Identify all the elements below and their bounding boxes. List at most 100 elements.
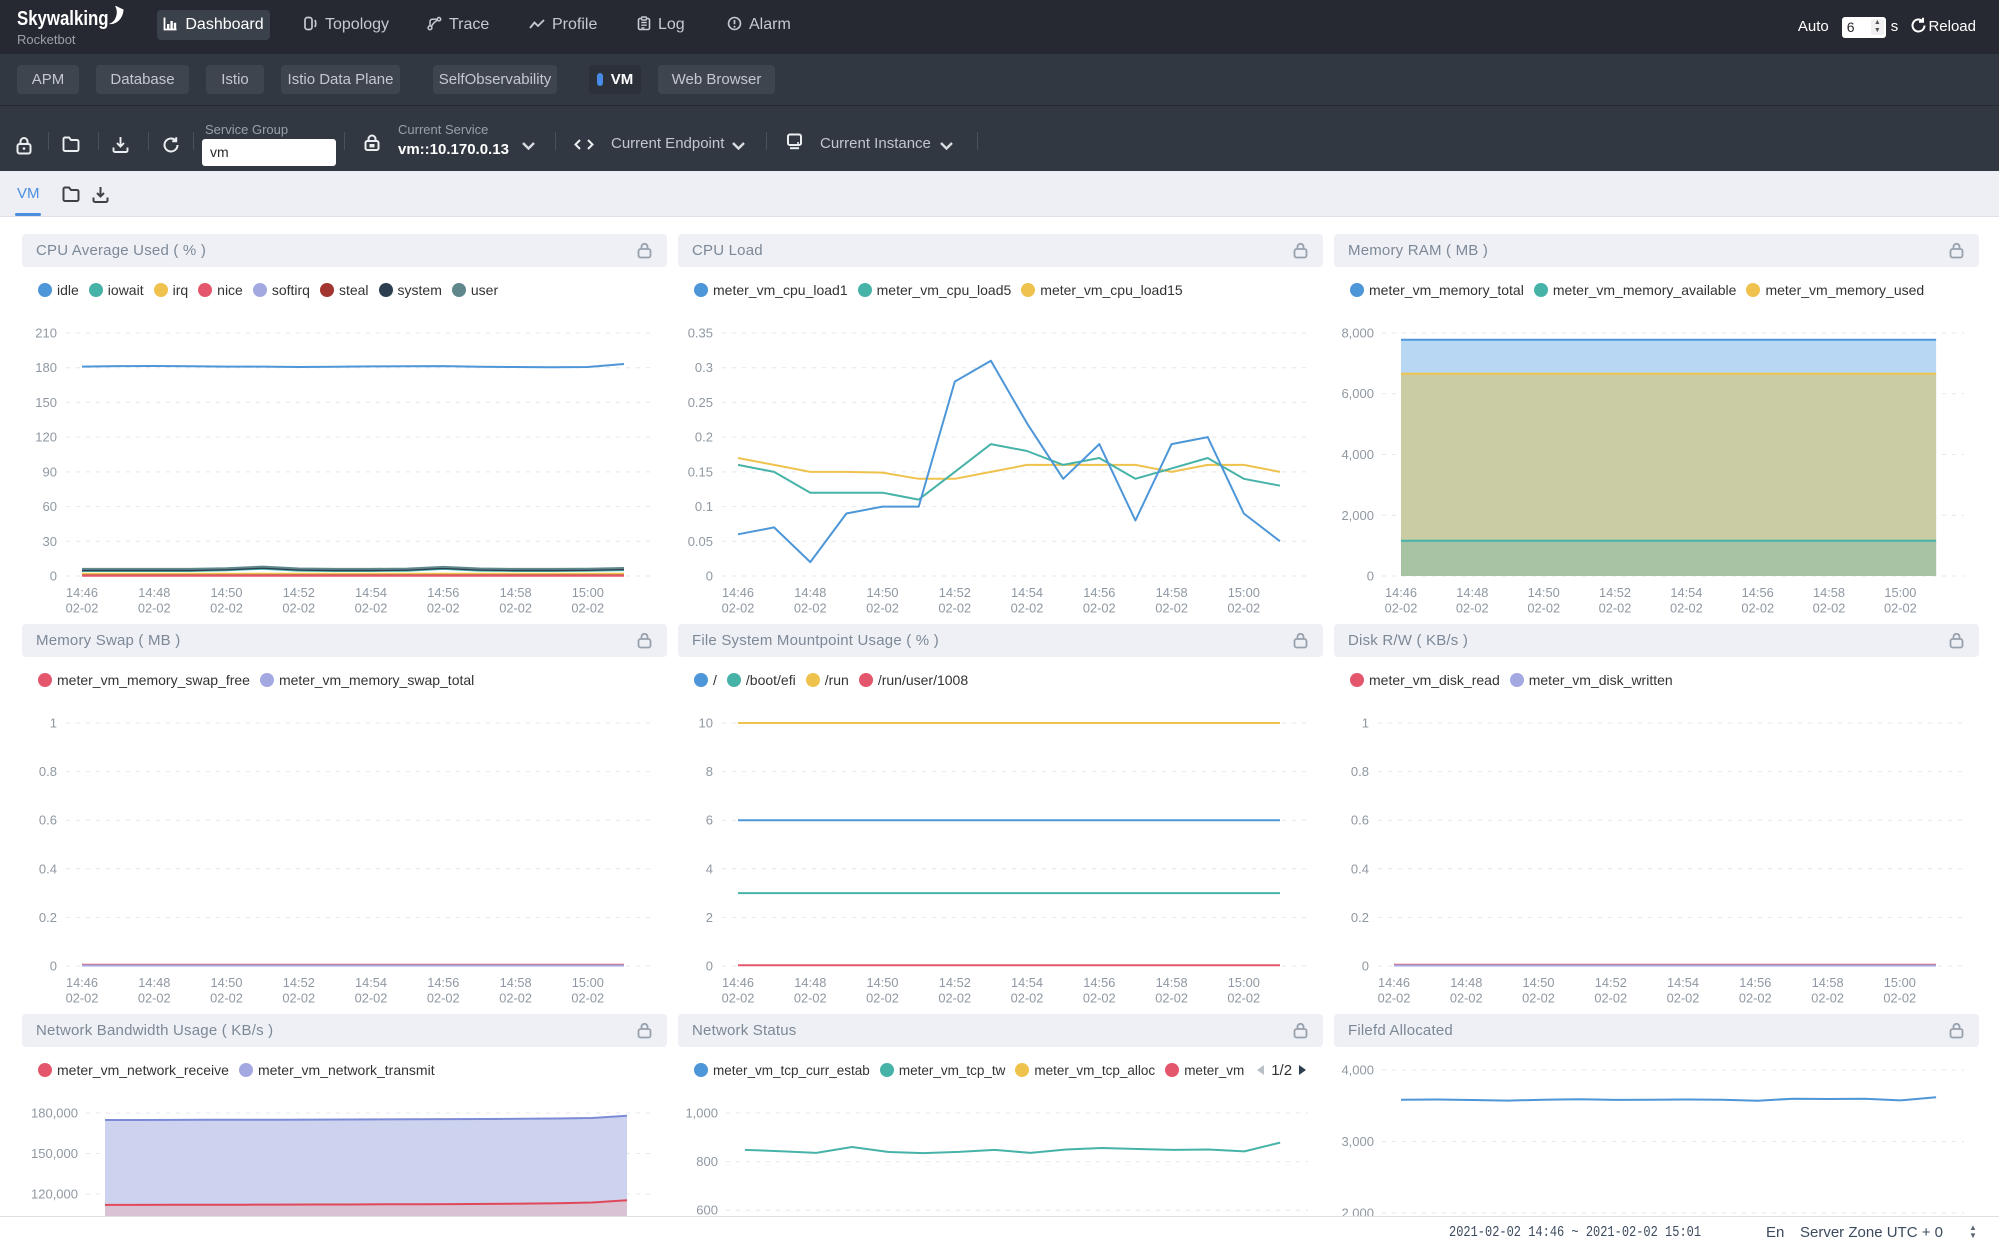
svg-text:02-02: 02-02 <box>427 991 460 1005</box>
svg-text:14:50: 14:50 <box>210 585 242 600</box>
svg-text:02-02: 02-02 <box>1155 601 1188 615</box>
svg-text:02-02: 02-02 <box>1083 601 1116 615</box>
svg-text:0.4: 0.4 <box>39 861 57 876</box>
svg-text:02-02: 02-02 <box>866 991 899 1005</box>
svg-text:14:58: 14:58 <box>500 975 532 990</box>
svg-text:150: 150 <box>35 395 57 410</box>
svg-text:8: 8 <box>706 764 713 779</box>
svg-text:14:52: 14:52 <box>1595 975 1627 990</box>
svg-text:10: 10 <box>699 716 713 731</box>
svg-text:02-02: 02-02 <box>210 991 243 1005</box>
svg-text:14:56: 14:56 <box>1083 975 1115 990</box>
svg-text:2: 2 <box>706 910 713 925</box>
svg-text:30: 30 <box>43 534 57 549</box>
svg-text:02-02: 02-02 <box>355 601 388 615</box>
svg-text:0.1: 0.1 <box>695 499 713 514</box>
svg-text:0.2: 0.2 <box>39 910 57 925</box>
svg-text:4: 4 <box>706 861 713 876</box>
svg-text:14:46: 14:46 <box>1378 975 1410 990</box>
svg-text:14:52: 14:52 <box>1599 585 1631 600</box>
svg-text:02-02: 02-02 <box>1739 991 1772 1005</box>
svg-text:02-02: 02-02 <box>282 991 315 1005</box>
svg-text:14:52: 14:52 <box>283 585 315 600</box>
svg-text:14:48: 14:48 <box>794 975 826 990</box>
svg-text:14:48: 14:48 <box>1456 585 1488 600</box>
svg-text:4,000: 4,000 <box>1341 447 1374 462</box>
svg-text:14:54: 14:54 <box>1670 585 1702 600</box>
svg-text:15:00: 15:00 <box>1884 585 1916 600</box>
svg-text:02-02: 02-02 <box>1011 601 1044 615</box>
svg-text:14:56: 14:56 <box>1742 585 1774 600</box>
svg-text:02-02: 02-02 <box>1456 601 1489 615</box>
svg-text:14:48: 14:48 <box>794 585 826 600</box>
svg-text:0.2: 0.2 <box>1351 910 1369 925</box>
svg-text:02-02: 02-02 <box>571 601 604 615</box>
svg-text:14:56: 14:56 <box>1083 585 1115 600</box>
svg-text:0.6: 0.6 <box>39 813 57 828</box>
svg-text:4,000: 4,000 <box>1341 1063 1374 1078</box>
svg-text:02-02: 02-02 <box>722 991 755 1005</box>
svg-text:60: 60 <box>43 499 57 514</box>
svg-text:0: 0 <box>1362 959 1369 974</box>
svg-text:14:58: 14:58 <box>1156 975 1188 990</box>
svg-text:02-02: 02-02 <box>794 601 827 615</box>
svg-text:14:54: 14:54 <box>1011 975 1043 990</box>
svg-text:14:56: 14:56 <box>1739 975 1771 990</box>
svg-text:02-02: 02-02 <box>282 601 315 615</box>
svg-text:14:50: 14:50 <box>866 585 898 600</box>
svg-text:02-02: 02-02 <box>1670 601 1703 615</box>
svg-text:0.15: 0.15 <box>688 464 713 479</box>
svg-text:2,000: 2,000 <box>1341 1206 1374 1217</box>
svg-text:15:00: 15:00 <box>572 975 604 990</box>
svg-text:8,000: 8,000 <box>1341 326 1374 341</box>
svg-text:15:00: 15:00 <box>1228 585 1260 600</box>
svg-text:14:46: 14:46 <box>66 975 98 990</box>
svg-text:14:58: 14:58 <box>1812 975 1844 990</box>
svg-text:02-02: 02-02 <box>1450 991 1483 1005</box>
svg-text:02-02: 02-02 <box>427 601 460 615</box>
svg-text:02-02: 02-02 <box>138 601 171 615</box>
svg-text:15:00: 15:00 <box>572 585 604 600</box>
svg-text:02-02: 02-02 <box>1527 601 1560 615</box>
svg-text:6,000: 6,000 <box>1341 386 1374 401</box>
svg-text:02-02: 02-02 <box>1522 991 1555 1005</box>
svg-text:14:56: 14:56 <box>427 975 459 990</box>
svg-text:14:54: 14:54 <box>355 975 387 990</box>
svg-text:0: 0 <box>50 569 57 584</box>
svg-text:14:58: 14:58 <box>1813 585 1845 600</box>
svg-text:0.2: 0.2 <box>695 430 713 445</box>
svg-text:6: 6 <box>706 813 713 828</box>
svg-text:02-02: 02-02 <box>938 601 971 615</box>
svg-text:600: 600 <box>696 1203 718 1216</box>
svg-text:2,000: 2,000 <box>1341 508 1374 523</box>
svg-text:02-02: 02-02 <box>1083 991 1116 1005</box>
svg-text:02-02: 02-02 <box>866 601 899 615</box>
svg-text:14:48: 14:48 <box>138 585 170 600</box>
svg-text:14:46: 14:46 <box>1385 585 1417 600</box>
svg-text:3,000: 3,000 <box>1341 1134 1374 1149</box>
svg-text:210: 210 <box>35 326 57 341</box>
svg-text:02-02: 02-02 <box>1741 601 1774 615</box>
svg-text:02-02: 02-02 <box>138 991 171 1005</box>
svg-text:0: 0 <box>1367 569 1374 584</box>
svg-text:14:46: 14:46 <box>66 585 98 600</box>
svg-text:0.8: 0.8 <box>39 764 57 779</box>
svg-text:02-02: 02-02 <box>571 991 604 1005</box>
svg-text:0.35: 0.35 <box>688 326 713 341</box>
svg-text:02-02: 02-02 <box>1599 601 1632 615</box>
svg-text:14:54: 14:54 <box>1011 585 1043 600</box>
svg-text:14:52: 14:52 <box>939 585 971 600</box>
svg-text:800: 800 <box>696 1154 718 1169</box>
svg-text:02-02: 02-02 <box>794 991 827 1005</box>
svg-text:14:48: 14:48 <box>138 975 170 990</box>
svg-text:14:56: 14:56 <box>427 585 459 600</box>
svg-text:02-02: 02-02 <box>1594 991 1627 1005</box>
svg-text:14:46: 14:46 <box>722 585 754 600</box>
svg-text:180: 180 <box>35 360 57 375</box>
svg-text:14:52: 14:52 <box>283 975 315 990</box>
svg-text:14:46: 14:46 <box>722 975 754 990</box>
svg-text:02-02: 02-02 <box>722 601 755 615</box>
svg-text:02-02: 02-02 <box>355 991 388 1005</box>
svg-text:120,000: 120,000 <box>31 1187 78 1202</box>
svg-text:14:50: 14:50 <box>210 975 242 990</box>
